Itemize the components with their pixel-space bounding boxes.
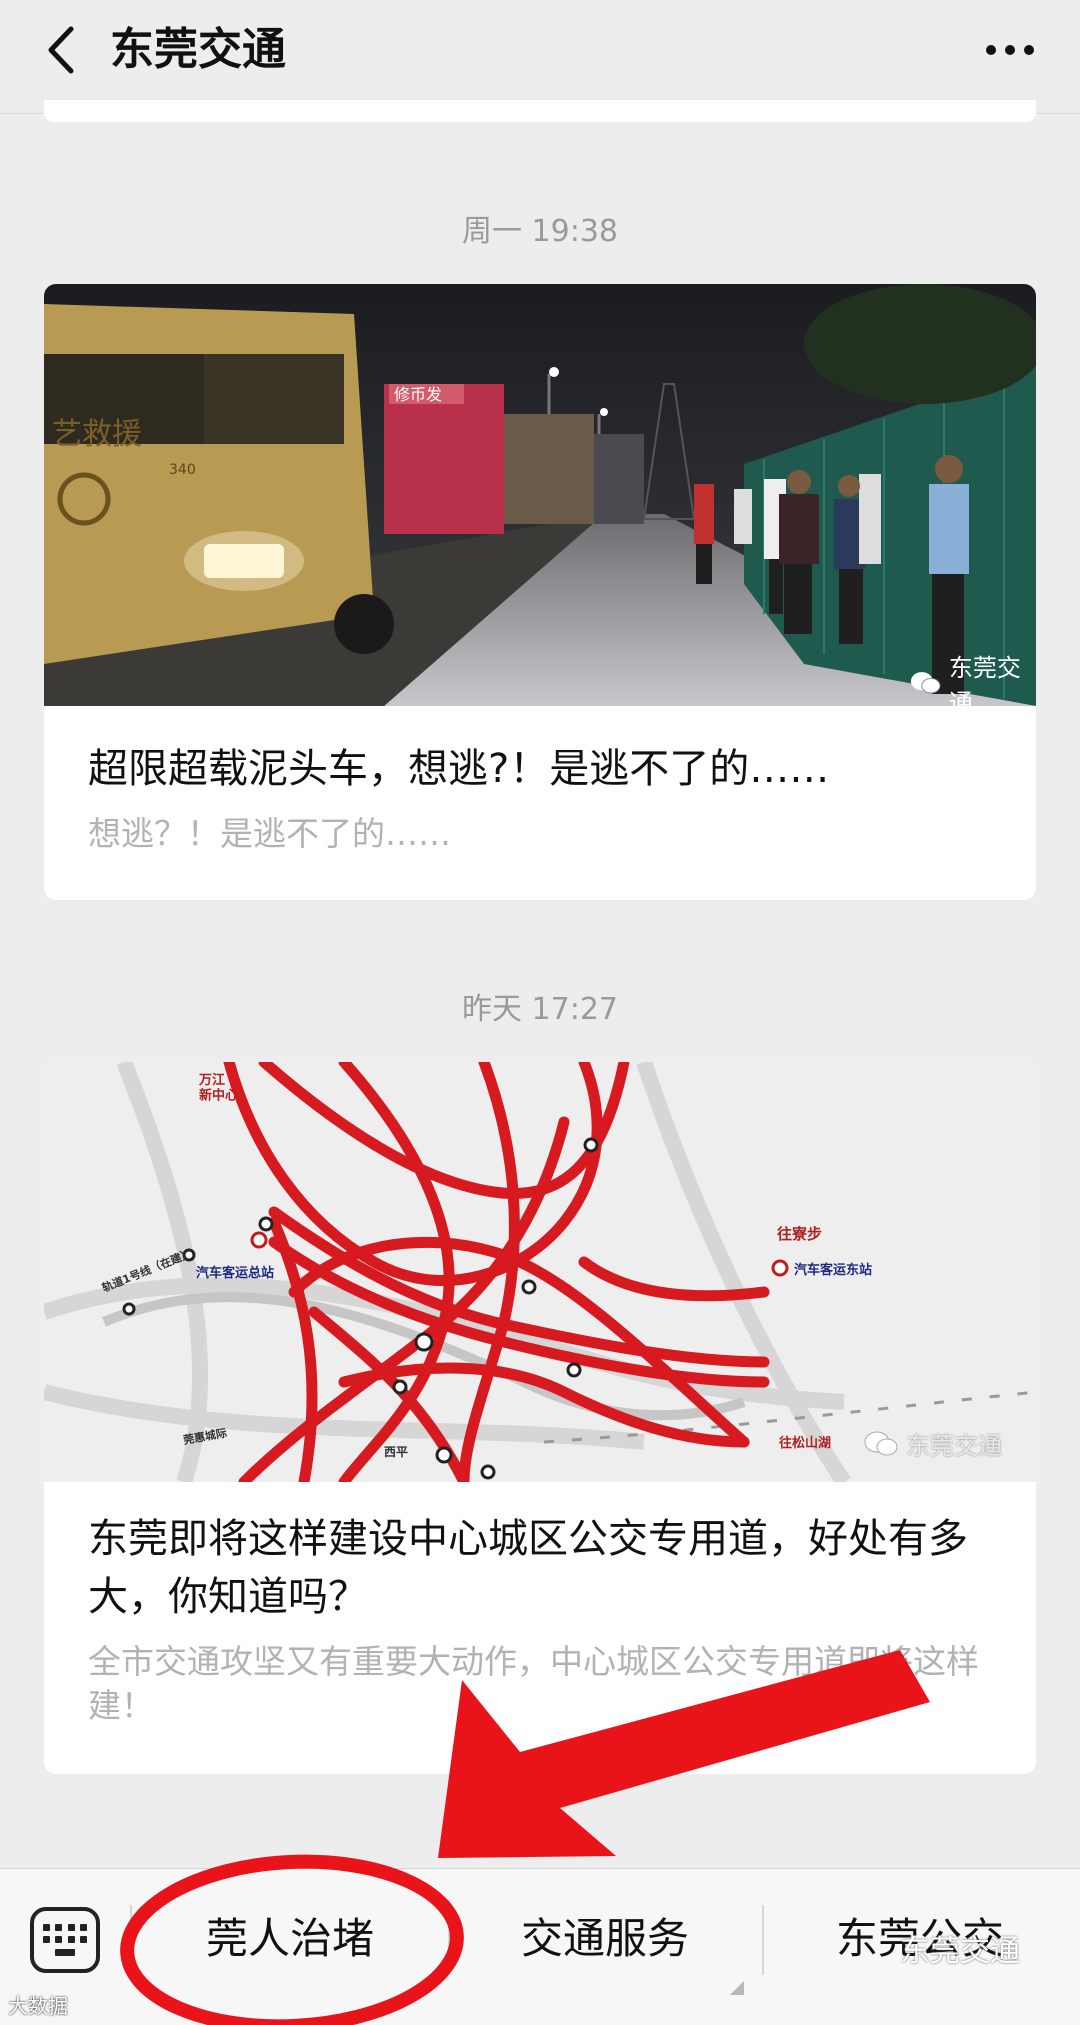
article-summary: 全市交通攻坚又有重要大动作，中心城区公交专用道即将这样建！: [88, 1642, 979, 1725]
svg-text:340: 340: [169, 462, 196, 478]
menu-item-traffic-service[interactable]: 交通服务: [455, 1889, 755, 1989]
article-thumbnail: 修币发 艺救援 340 东莞交通: [44, 284, 1036, 706]
svg-text:往松山湖: 往松山湖: [779, 1435, 831, 1451]
article-title: 超限超载泥头车，想逃?！是逃不了的……: [88, 746, 830, 792]
article-card[interactable]: 修币发 艺救援 340 东莞交通 超限超载泥头车，想逃?！是逃不了的…… 想逃？…: [44, 284, 1036, 900]
svg-text:往寮步: 往寮步: [777, 1225, 822, 1243]
svg-text:汽车客运东站: 汽车客运东站: [794, 1262, 872, 1278]
message-timestamp: 昨天 17:27: [462, 992, 618, 1027]
article-summary: 想逃？！是逃不了的……: [88, 814, 451, 853]
more-dots-icon: [986, 45, 996, 55]
more-button[interactable]: [970, 20, 1050, 80]
menu-item-traffic-governance[interactable]: 莞人治堵: [140, 1889, 440, 1989]
corner-watermark: 大数据: [8, 1994, 68, 2018]
keyboard-icon[interactable]: [30, 1907, 100, 1973]
svg-text:艺救援: 艺救援: [52, 417, 142, 452]
article-title: 东莞即将这样建设中心城区公交专用道，好处有多大，你知道吗？: [88, 1516, 968, 1620]
article-thumbnail: 万江新中心 汽车客运总站 轨道1号线（在建） 往寮步 汽车客运东站 往松山湖 西…: [44, 1062, 1036, 1482]
chevron-left-icon: [48, 26, 74, 74]
previous-article-card[interactable]: [44, 100, 1036, 122]
back-button[interactable]: [30, 20, 90, 80]
image-watermark: 东莞交通: [910, 648, 1036, 706]
wechat-icon: [910, 672, 941, 694]
footer-watermark: 东莞交通: [900, 1934, 1020, 1969]
svg-text:西平: 西平: [384, 1445, 408, 1459]
message-timestamp: 周一 19:38: [462, 214, 618, 249]
page-title: 东莞交通: [110, 24, 286, 75]
top-nav-bar: 东莞交通: [0, 0, 1080, 114]
article-card[interactable]: 万江新中心 汽车客运总站 轨道1号线（在建） 往寮步 汽车客运东站 往松山湖 西…: [44, 1062, 1036, 1774]
wechat-icon: [864, 1431, 898, 1455]
svg-text:汽车客运总站: 汽车客运总站: [196, 1265, 274, 1281]
svg-text:修币发: 修币发: [394, 385, 442, 404]
image-watermark: 东莞交通: [864, 1426, 1002, 1461]
